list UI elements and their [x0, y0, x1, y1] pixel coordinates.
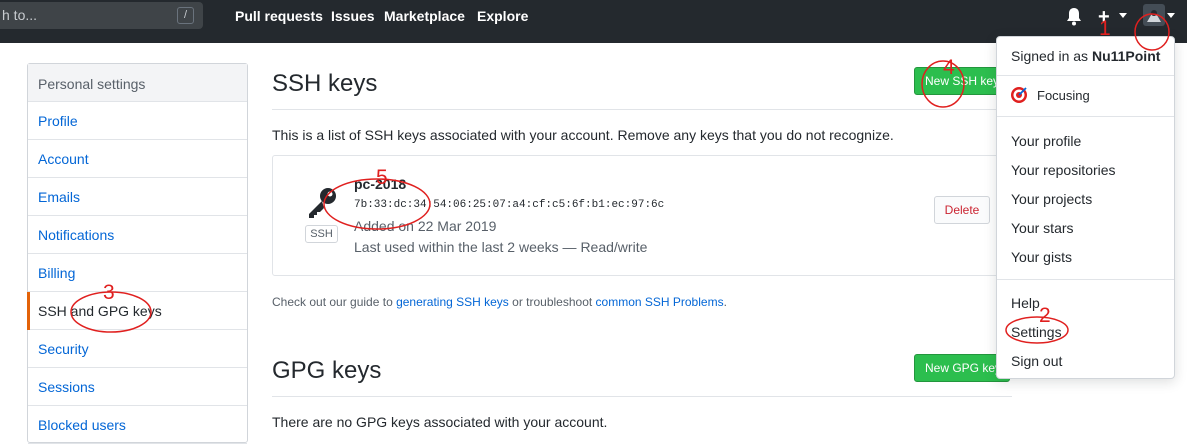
gpg-title-divider: [272, 396, 1012, 397]
chevron-down-icon[interactable]: [1119, 13, 1127, 18]
menu-your-repositories[interactable]: Your repositories: [1011, 162, 1116, 178]
signed-in-prefix: Signed in as: [1011, 48, 1092, 64]
username: Nu11Point: [1091, 48, 1161, 64]
sidebar-item-security[interactable]: Security: [28, 330, 247, 368]
annotation-number-4: 4: [943, 56, 955, 79]
signed-in-as: Signed in as Nu11Point: [1011, 48, 1160, 64]
guide-middle: or troubleshoot: [508, 295, 596, 309]
dropdown-divider: [997, 116, 1174, 117]
sidebar-item-emails[interactable]: Emails: [28, 178, 247, 216]
sidebar-item-sessions[interactable]: Sessions: [28, 368, 247, 406]
nav-pull-requests[interactable]: Pull requests: [235, 8, 323, 24]
ssh-key-fingerprint: 7b:33:dc:34:54:06:25:07:a4:cf:c5:6f:b1:e…: [354, 199, 665, 211]
user-dropdown-menu: Signed in as Nu11Point Focusing Your pro…: [996, 36, 1175, 379]
generating-ssh-keys-link[interactable]: generating SSH keys: [396, 295, 509, 309]
menu-your-projects[interactable]: Your projects: [1011, 191, 1092, 207]
ssh-guide-text: Check out our guide to generating SSH ke…: [272, 295, 727, 309]
ssh-key-last-used: Last used within the last 2 weeks — Read…: [354, 239, 648, 255]
bell-icon[interactable]: [1066, 8, 1082, 26]
ssh-keys-title: SSH keys: [272, 70, 378, 97]
dropdown-divider: [997, 279, 1174, 280]
sidebar-item-account[interactable]: Account: [28, 140, 247, 178]
nav-issues[interactable]: Issues: [331, 8, 375, 24]
sidebar-item-ssh-gpg-keys[interactable]: SSH and GPG keys: [27, 292, 247, 330]
annotation-number-1: 1: [1099, 17, 1111, 40]
avatar[interactable]: [1143, 4, 1165, 26]
menu-sign-out[interactable]: Sign out: [1011, 353, 1062, 369]
delete-ssh-key-button[interactable]: Delete: [934, 196, 990, 224]
annotation-number-3: 3: [103, 281, 115, 304]
gpg-description: There are no GPG keys associated with yo…: [272, 414, 608, 430]
menu-your-gists[interactable]: Your gists: [1011, 249, 1072, 265]
search-input[interactable]: h to... /: [0, 2, 203, 29]
guide-suffix: .: [723, 295, 727, 309]
settings-sidebar: Personal settings Profile Account Emails…: [27, 63, 248, 444]
dropdown-divider: [997, 75, 1174, 76]
avatar-chevron-down-icon[interactable]: [1167, 13, 1175, 18]
annotation-number-5: 5: [376, 166, 388, 189]
key-icon: [309, 188, 336, 218]
sidebar-item-notifications[interactable]: Notifications: [28, 216, 247, 254]
sidebar-item-profile[interactable]: Profile: [28, 102, 247, 140]
ssh-key-added-date: Added on 22 Mar 2019: [354, 218, 497, 234]
status-focusing[interactable]: Focusing: [1037, 88, 1090, 103]
target-icon: [1011, 87, 1027, 103]
ssh-description: This is a list of SSH keys associated wi…: [272, 127, 894, 143]
ssh-key-type-badge: SSH: [305, 225, 338, 243]
guide-prefix: Check out our guide to: [272, 295, 397, 309]
gpg-keys-title: GPG keys: [272, 357, 382, 384]
ssh-title-divider: [272, 109, 1012, 110]
common-ssh-problems-link[interactable]: common SSH Problems: [596, 295, 724, 309]
menu-your-stars[interactable]: Your stars: [1011, 220, 1074, 236]
menu-settings[interactable]: Settings: [1011, 324, 1062, 340]
nav-explore[interactable]: Explore: [477, 8, 528, 24]
search-placeholder: h to...: [2, 7, 38, 23]
sidebar-heading: Personal settings: [28, 64, 247, 102]
sidebar-item-blocked-users[interactable]: Blocked users: [28, 406, 247, 444]
search-shortcut-badge: /: [177, 7, 194, 24]
sidebar-item-billing[interactable]: Billing: [28, 254, 247, 292]
menu-your-profile[interactable]: Your profile: [1011, 133, 1081, 149]
menu-help[interactable]: Help: [1011, 295, 1040, 311]
nav-marketplace[interactable]: Marketplace: [384, 8, 465, 24]
annotation-number-2: 2: [1039, 304, 1051, 327]
